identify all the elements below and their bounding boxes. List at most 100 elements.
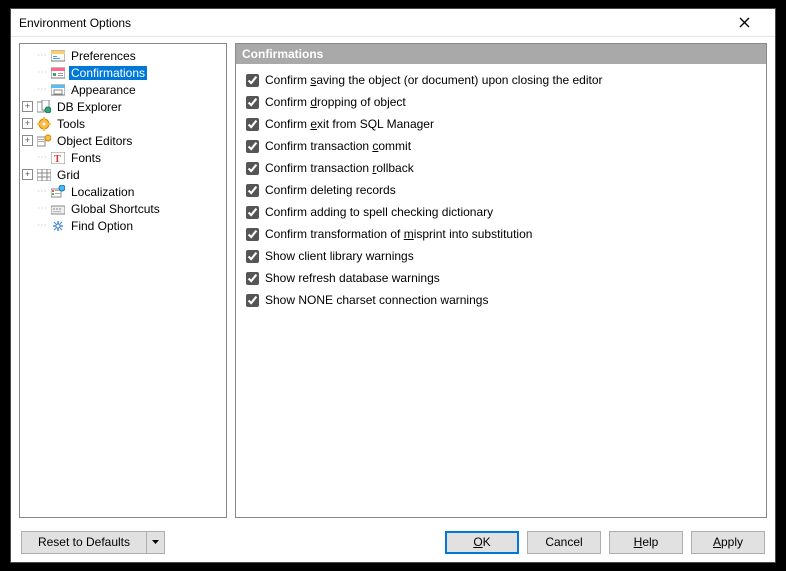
expand-icon[interactable]: + [22,169,33,180]
tree-line: ⋯ [36,186,48,197]
fonts-icon: T [50,151,66,165]
conf-icon [50,66,66,80]
confirmation-checkbox[interactable] [246,294,259,307]
confirmation-label[interactable]: Confirm transaction commit [265,139,411,153]
confirmation-option: Show refresh database warnings [246,270,756,286]
confirmation-option: Confirm dropping of object [246,94,756,110]
dialog-body: ⋯ Preferences ⋯ Confirmations ⋯ Appearance + DB… [11,37,775,522]
appear-icon [50,83,66,97]
tree-item-label: DB Explorer [55,100,124,114]
grid-icon [36,168,52,182]
options-tree[interactable]: ⋯ Preferences ⋯ Confirmations ⋯ Appearance + DB… [19,43,227,518]
environment-options-dialog: Environment Options ⋯ Preferences ⋯ Confirm… [10,8,776,563]
tree-item-label: Localization [69,185,136,199]
tree-item-confirmations[interactable]: ⋯ Confirmations [22,64,224,81]
titlebar: Environment Options [11,9,775,37]
confirmation-checkbox[interactable] [246,250,259,263]
expand-icon[interactable]: + [22,118,33,129]
confirmation-checklist: Confirm saving the object (or document) … [236,64,766,316]
tree-connector [22,50,33,61]
tree-item-label: Appearance [69,83,138,97]
confirmation-checkbox[interactable] [246,74,259,87]
confirmation-label[interactable]: Show refresh database warnings [265,271,440,285]
confirmation-label[interactable]: Confirm adding to spell checking diction… [265,205,493,219]
confirmation-option: Confirm transaction commit [246,138,756,154]
confirmation-label[interactable]: Confirm deleting records [265,183,396,197]
confirmation-checkbox[interactable] [246,184,259,197]
tree-line: ⋯ [36,67,48,78]
tree-connector [22,84,33,95]
short-icon [50,202,66,216]
expand-icon[interactable]: + [22,101,33,112]
cancel-button[interactable]: Cancel [527,531,601,554]
chevron-down-icon [152,540,159,544]
tree-line: ⋯ [36,220,48,231]
confirmation-label[interactable]: Confirm transformation of misprint into … [265,227,532,241]
tree-item-label: Find Option [69,219,135,233]
tree-line: ⋯ [36,152,48,163]
close-button[interactable] [739,17,767,28]
button-bar: Reset to Defaults OK Cancel Help Apply [11,522,775,562]
confirmation-option: Confirm exit from SQL Manager [246,116,756,132]
tree-item-label: Fonts [69,151,103,165]
tree-item-preferences[interactable]: ⋯ Preferences [22,47,224,64]
tree-item-appearance[interactable]: ⋯ Appearance [22,81,224,98]
tree-item-tools[interactable]: + Tools [22,115,224,132]
db-icon [36,100,52,114]
tree-item-fonts[interactable]: ⋯ T Fonts [22,149,224,166]
reset-to-defaults-dropdown[interactable] [147,531,165,554]
help-button[interactable]: Help [609,531,683,554]
window-title: Environment Options [19,16,739,30]
expand-icon[interactable]: + [22,135,33,146]
confirmation-label[interactable]: Confirm transaction rollback [265,161,414,175]
confirmation-checkbox[interactable] [246,228,259,241]
find-icon [50,219,66,233]
tree-item-grid[interactable]: + Grid [22,166,224,183]
confirmation-checkbox[interactable] [246,140,259,153]
confirmation-option: Confirm transaction rollback [246,160,756,176]
confirmation-option: Confirm deleting records [246,182,756,198]
tree-line: ⋯ [36,203,48,214]
section-header: Confirmations [236,44,766,64]
tree-connector [22,152,33,163]
tree-connector [22,67,33,78]
tree-line: ⋯ [36,84,48,95]
tree-line: ⋯ [36,50,48,61]
confirmation-checkbox[interactable] [246,206,259,219]
tree-item-label: Grid [55,168,82,182]
confirmation-option: Show NONE charset connection warnings [246,292,756,308]
close-icon [739,17,750,28]
confirmation-label[interactable]: Show NONE charset connection warnings [265,293,488,307]
pref-icon [50,49,66,63]
confirmation-label[interactable]: Confirm exit from SQL Manager [265,117,434,131]
loc-icon [50,185,66,199]
confirmation-label[interactable]: Confirm dropping of object [265,95,406,109]
reset-to-defaults-button[interactable]: Reset to Defaults [21,531,147,554]
apply-button[interactable]: Apply [691,531,765,554]
tree-item-localization[interactable]: ⋯ Localization [22,183,224,200]
confirmation-checkbox[interactable] [246,118,259,131]
tree-item-global-shortcuts[interactable]: ⋯Global Shortcuts [22,200,224,217]
obj-icon [36,134,52,148]
ok-button[interactable]: OK [445,531,519,554]
confirmation-option: Confirm transformation of misprint into … [246,226,756,242]
confirmation-checkbox[interactable] [246,272,259,285]
confirmation-option: Confirm saving the object (or document) … [246,72,756,88]
confirmation-checkbox[interactable] [246,96,259,109]
tree-item-label: Confirmations [69,66,147,80]
confirmation-option: Confirm adding to spell checking diction… [246,204,756,220]
confirmation-label[interactable]: Show client library warnings [265,249,414,263]
tree-item-find-option[interactable]: ⋯ Find Option [22,217,224,234]
confirmation-checkbox[interactable] [246,162,259,175]
confirmation-option: Show client library warnings [246,248,756,264]
tree-item-label: Preferences [69,49,138,63]
tree-item-db-explorer[interactable]: + DB Explorer [22,98,224,115]
tree-connector [22,220,33,231]
svg-text:T: T [54,154,61,164]
content-panel: Confirmations Confirm saving the object … [235,43,767,518]
tree-item-object-editors[interactable]: +Object Editors [22,132,224,149]
reset-to-defaults-group: Reset to Defaults [21,531,165,554]
confirmation-label[interactable]: Confirm saving the object (or document) … [265,73,603,87]
tree-item-label: Tools [55,117,87,131]
tree-connector [22,186,33,197]
